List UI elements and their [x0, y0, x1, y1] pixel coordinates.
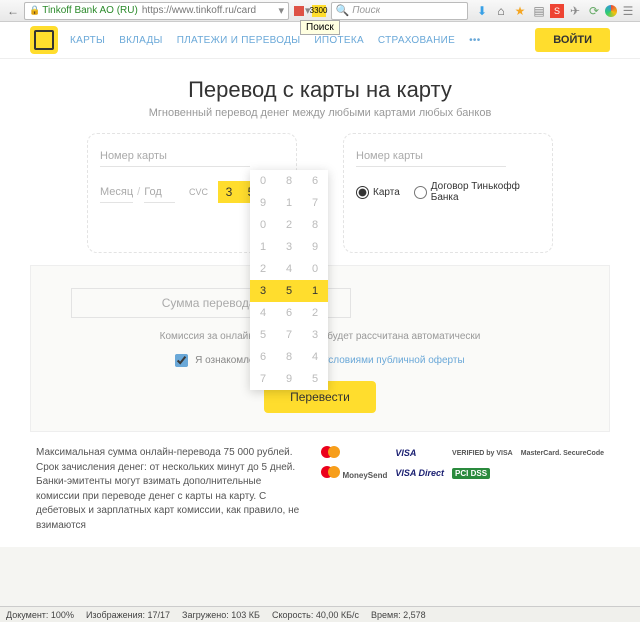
limits-info: Максимальная сумма онлайн-перевода 75 00…: [36, 446, 301, 533]
hero: Перевод с карты на карту Мгновенный пере…: [0, 59, 640, 127]
keypad-key[interactable]: 6: [276, 302, 302, 324]
search-tooltip: Поиск: [300, 20, 340, 35]
keypad-key[interactable]: 1: [250, 236, 276, 258]
keypad-key[interactable]: 4: [302, 346, 328, 368]
keypad-key[interactable]: 1: [276, 192, 302, 214]
primary-nav: КАРТЫ ВКЛАДЫ ПЛАТЕЖИ И ПЕРЕВОДЫ ИПОТЕКА …: [70, 35, 481, 46]
virtual-keypad[interactable]: 086917028139240351462573684795: [250, 170, 328, 390]
keypad-key[interactable]: 3: [276, 236, 302, 258]
keypad-key[interactable]: 5: [276, 280, 302, 302]
star-icon[interactable]: ★: [512, 3, 528, 19]
moneysend-logo: MoneySend: [321, 466, 387, 480]
keypad-key[interactable]: 2: [250, 258, 276, 280]
keypad-key[interactable]: 7: [302, 192, 328, 214]
keypad-key[interactable]: 2: [276, 214, 302, 236]
status-doc: Документ: 100%: [6, 610, 74, 620]
keypad-key[interactable]: 3: [250, 280, 276, 302]
date-separator: /: [137, 186, 140, 198]
color-ext-icon[interactable]: [605, 5, 617, 17]
footer-row: Максимальная сумма онлайн-перевода 75 00…: [0, 432, 640, 547]
status-images: Изображения: 17/17: [86, 610, 170, 620]
send-icon[interactable]: ✈: [567, 3, 583, 19]
search-icon: 🔍: [336, 4, 350, 17]
lock-icon: 🔒: [29, 5, 40, 16]
keypad-key[interactable]: 7: [276, 324, 302, 346]
keypad-key[interactable]: 5: [302, 368, 328, 390]
sync-icon[interactable]: ⟳: [586, 3, 602, 19]
cvc-label: CVC: [189, 187, 208, 197]
nav-cards[interactable]: КАРТЫ: [70, 35, 105, 46]
from-card-number-input[interactable]: Номер карты: [100, 146, 250, 167]
mastercard-securecode-logo: MasterCard. SecureCode: [521, 450, 604, 457]
keypad-key[interactable]: 0: [250, 170, 276, 192]
agree-checkbox[interactable]: [175, 354, 188, 367]
search-bar[interactable]: 🔍 Поиск: [331, 2, 468, 20]
keypad-key[interactable]: 0: [250, 214, 276, 236]
keypad-key[interactable]: 7: [250, 368, 276, 390]
nav-payments[interactable]: ПЛАТЕЖИ И ПЕРЕВОДЫ: [177, 35, 301, 46]
menu-icon[interactable]: ☰: [620, 3, 636, 19]
keypad-key[interactable]: 9: [250, 192, 276, 214]
pci-dss-logo: PCI DSS: [452, 468, 513, 478]
keypad-key[interactable]: 6: [250, 346, 276, 368]
google-pagerank-widget[interactable]: ▾ 3300: [294, 4, 326, 17]
keypad-key[interactable]: 8: [302, 214, 328, 236]
download-icon[interactable]: ⬇: [474, 3, 490, 19]
keypad-key[interactable]: 5: [250, 324, 276, 346]
radio-card[interactable]: Карта: [356, 181, 400, 203]
login-button[interactable]: ВОЙТИ: [535, 28, 610, 52]
verified-by-visa-logo: VERIFIED by VISA: [452, 450, 513, 457]
from-month-input[interactable]: Месяц: [100, 182, 133, 203]
address-bar[interactable]: 🔒 Tinkoff Bank AO (RU) https://www.tinko…: [24, 2, 289, 20]
site-identity: Tinkoff Bank AO (RU): [42, 5, 138, 16]
to-card: Номер карты Карта Договор Тинькофф Банка: [343, 133, 553, 253]
keypad-key[interactable]: 8: [276, 346, 302, 368]
visa-logo: VISA: [395, 448, 444, 458]
keypad-key[interactable]: 2: [302, 302, 328, 324]
keypad-key[interactable]: 0: [302, 258, 328, 280]
browser-statusbar: Документ: 100% Изображения: 17/17 Загруж…: [0, 606, 640, 622]
offer-link[interactable]: условиями публичной оферты: [323, 355, 464, 366]
tinkoff-logo[interactable]: [30, 26, 58, 54]
page-content: КАРТЫ ВКЛАДЫ ПЛАТЕЖИ И ПЕРЕВОДЫ ИПОТЕКА …: [0, 22, 640, 547]
nav-more-icon[interactable]: •••: [469, 35, 480, 46]
page-subtitle: Мгновенный перевод денег между любыми ка…: [0, 107, 640, 119]
status-time: Время: 2,578: [371, 610, 426, 620]
keypad-key[interactable]: 3: [302, 324, 328, 346]
status-speed: Скорость: 40,00 КБ/с: [272, 610, 359, 620]
nav-deposits[interactable]: ВКЛАДЫ: [119, 35, 163, 46]
from-year-input[interactable]: Год: [144, 182, 175, 203]
payment-logos: VISA VERIFIED by VISA MasterCard. Secure…: [321, 446, 604, 480]
page-title: Перевод с карты на карту: [0, 77, 640, 103]
rss-icon[interactable]: ▤: [531, 3, 547, 19]
nav-mortgage[interactable]: ИПОТЕКА: [314, 35, 364, 46]
s-extension-icon[interactable]: S: [550, 4, 564, 18]
keypad-key[interactable]: 4: [276, 258, 302, 280]
visa-direct-logo: VISA Direct: [395, 468, 444, 478]
keypad-key[interactable]: 6: [302, 170, 328, 192]
keypad-key[interactable]: 9: [276, 368, 302, 390]
to-card-number-input[interactable]: Номер карты: [356, 146, 506, 167]
mastercard-logo: [321, 446, 387, 460]
home-icon[interactable]: ⌂: [493, 3, 509, 19]
keypad-key[interactable]: 1: [302, 280, 328, 302]
nav-insurance[interactable]: СТРАХОВАНИЕ: [378, 35, 455, 46]
status-downloaded: Загружено: 103 КБ: [182, 610, 260, 620]
browser-toolbar: ← 🔒 Tinkoff Bank AO (RU) https://www.tin…: [0, 0, 640, 22]
keypad-key[interactable]: 8: [276, 170, 302, 192]
back-button[interactable]: ←: [4, 2, 22, 20]
radio-contract[interactable]: Договор Тинькофф Банка: [414, 181, 540, 203]
keypad-key[interactable]: 9: [302, 236, 328, 258]
keypad-key[interactable]: 4: [250, 302, 276, 324]
cards-row: Номер карты Месяц / Год CVC 3 5 1 〉 Номе…: [0, 127, 640, 257]
url-text: https://www.tinkoff.ru/card: [142, 5, 256, 16]
